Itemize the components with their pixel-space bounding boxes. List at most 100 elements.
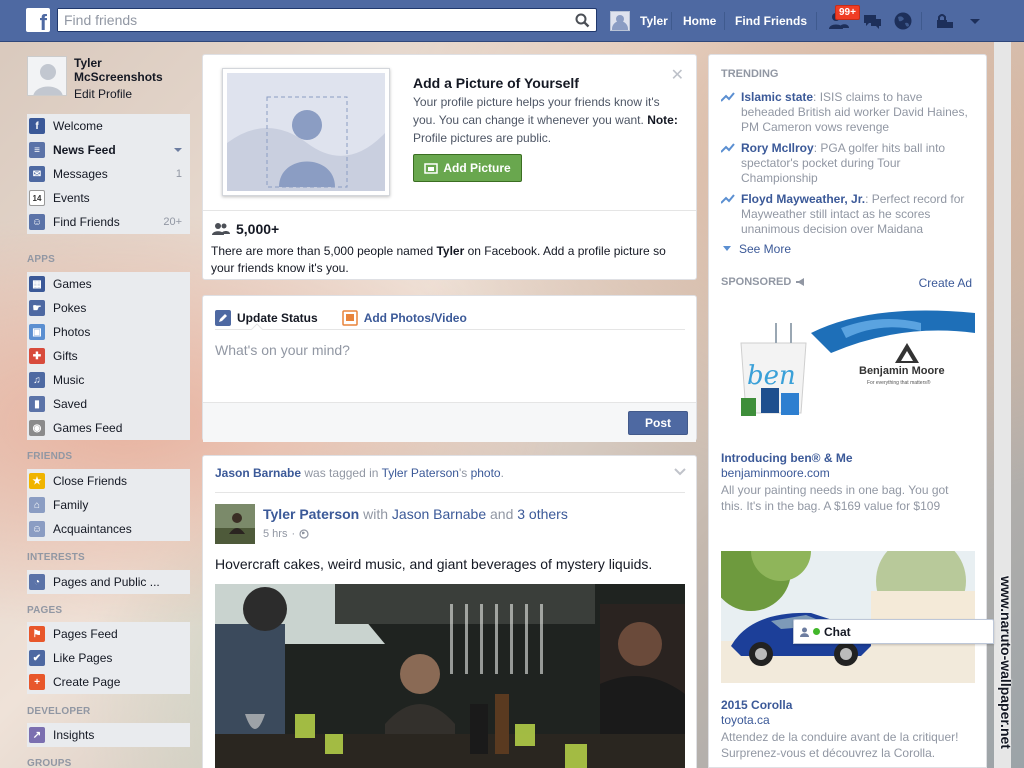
ad-description: All your painting needs in one bag. You … [721, 483, 949, 513]
chat-tab[interactable]: Chat [793, 619, 994, 644]
sidebar-item-find-friends[interactable]: ☺ Find Friends 20+ [27, 210, 190, 234]
ad-brand-name: Benjamin Moore [859, 365, 945, 377]
close-icon[interactable]: ✕ [671, 65, 684, 85]
account-menu-chevron-icon[interactable] [964, 11, 986, 31]
sidebar-item-welcome[interactable]: f Welcome [27, 114, 190, 138]
add-picture-button[interactable]: Add Picture [413, 154, 522, 182]
profile-placeholder-frame [222, 68, 390, 196]
sidebar-item-label: Pages Feed [53, 627, 118, 641]
sidebar-item-label: Saved [53, 397, 88, 411]
sidebar-item-pages-and-public[interactable]: ◔ Pages and Public ... [27, 570, 190, 594]
right-column: TRENDING Islamic state: ISIS claims to h… [708, 54, 987, 768]
nav-friends: ★ Close Friends ⌂ Family ☺ Acquaintances [27, 469, 190, 541]
sidebar-item-pages-feed[interactable]: ⚑ Pages Feed [27, 622, 190, 646]
trending-item[interactable]: Floyd Mayweather, Jr.: Perfect record fo… [721, 192, 971, 237]
sidebar-item-label: Acquaintances [53, 522, 132, 536]
facebook-logo[interactable]: f [26, 8, 50, 32]
sidebar-item-photos[interactable]: ▣ Photos [27, 320, 190, 344]
tab-add-photos-video[interactable]: Add Photos/Video [341, 305, 467, 331]
sidebar-item-music[interactable]: ♫ Music [27, 368, 190, 392]
sidebar-item-close-friends[interactable]: ★ Close Friends [27, 469, 190, 493]
privacy-shortcuts-icon[interactable] [934, 11, 956, 31]
footnote-text: There are more than 5,000 people named [211, 244, 437, 258]
globe-icon[interactable] [892, 11, 914, 31]
find-friends-link[interactable]: Find Friends [735, 14, 807, 28]
chevron-down-icon[interactable] [174, 148, 182, 152]
note-label: Note: [647, 113, 678, 127]
author-link[interactable]: Tyler Paterson [263, 506, 359, 522]
games-icon: ▦ [29, 276, 45, 292]
ad-image-benjamin-moore[interactable]: ben Benjamin Moore For everything that m… [721, 303, 975, 433]
actor-link[interactable]: Jason Barnabe [215, 466, 301, 480]
sidebar-item-like-pages[interactable]: ✔ Like Pages [27, 646, 190, 670]
sidebar-item-create-page[interactable]: + Create Page [27, 670, 190, 694]
trending-topic[interactable]: Floyd Mayweather, Jr. [741, 192, 865, 206]
sidebar-item-games[interactable]: ▦ Games [27, 272, 190, 296]
ad-title[interactable]: 2015 Corolla [721, 698, 792, 712]
sidebar-item-events[interactable]: 14 Events [27, 186, 190, 210]
story-photo[interactable] [215, 584, 685, 768]
see-more-link[interactable]: See More [723, 242, 791, 256]
ad-url[interactable]: toyota.ca [721, 713, 770, 727]
sidebar-item-pokes[interactable]: ☛ Pokes [27, 296, 190, 320]
trending-item[interactable]: Rory McIlroy: PGA golfer hits ball into … [721, 141, 971, 186]
chevron-down-icon[interactable] [674, 468, 686, 476]
sidebar-item-label: Welcome [53, 119, 103, 133]
music-icon: ♫ [29, 372, 45, 388]
tagged-friend-link[interactable]: Jason Barnabe [392, 506, 486, 522]
sidebar-item-saved[interactable]: ▮ Saved [27, 392, 190, 416]
ad-image-corolla[interactable] [721, 551, 975, 683]
sidebar-item-acquaintances[interactable]: ☺ Acquaintances [27, 517, 190, 541]
sponsored-heading: SPONSORED [721, 276, 807, 288]
profile-name[interactable]: Tyler McScreenshots [74, 56, 184, 84]
create-ad-link[interactable]: Create Ad [919, 276, 972, 290]
sidebar-item-family[interactable]: ⌂ Family [27, 493, 190, 517]
sidebar-item-news-feed[interactable]: ≡ News Feed [27, 138, 190, 162]
controller-icon: ◉ [29, 420, 45, 436]
trending-arrow-icon [721, 92, 735, 102]
status-input[interactable]: What's on your mind? [215, 342, 350, 358]
trending-arrow-icon [721, 143, 735, 153]
news-feed-icon: ≡ [29, 142, 45, 158]
trending-topic[interactable]: Islamic state [741, 90, 813, 104]
nav-main: f Welcome ≡ News Feed ✉ Messages 1 14 Ev… [27, 114, 190, 234]
see-more-label: See More [739, 242, 792, 256]
sidebar-item-messages[interactable]: ✉ Messages 1 [27, 162, 190, 186]
tab-label: Update Status [237, 311, 318, 325]
globe-icon[interactable] [299, 529, 309, 539]
plus-icon: + [29, 674, 45, 690]
people-count: 5,000+ [212, 221, 279, 237]
top-bar: f Tyler Home Find Friends 99+ [0, 0, 1024, 42]
avatar[interactable] [215, 504, 255, 544]
search-icon[interactable] [574, 12, 592, 28]
search-box[interactable] [57, 8, 597, 32]
search-input[interactable] [58, 9, 558, 31]
post-button[interactable]: Post [628, 411, 688, 435]
topbar-divider [816, 12, 817, 30]
topbar-profile-link[interactable]: Tyler [610, 10, 668, 32]
add-picture-button-label: Add Picture [443, 161, 511, 175]
add-picture-footnote: There are more than 5,000 people named T… [211, 243, 681, 277]
sidebar-item-insights[interactable]: ↗ Insights [27, 723, 190, 747]
sidebar-item-label: Photos [53, 325, 91, 339]
avatar[interactable] [27, 56, 67, 96]
trending-item[interactable]: Islamic state: ISIS claims to have behea… [721, 90, 971, 135]
sidebar-item-label: Gifts [53, 349, 78, 363]
ad-url[interactable]: benjaminmoore.com [721, 466, 830, 480]
home-link[interactable]: Home [683, 14, 716, 28]
trending-arrow-icon [721, 194, 735, 204]
timestamp-text[interactable]: 5 hrs [263, 528, 287, 540]
sidebar-item-gifts[interactable]: ✚ Gifts [27, 344, 190, 368]
tab-update-status[interactable]: Update Status [215, 305, 318, 331]
messages-icon[interactable] [861, 11, 883, 31]
photo-link[interactable]: photo [471, 466, 501, 480]
sidebar-item-label: Games [53, 277, 92, 291]
others-link[interactable]: 3 others [517, 506, 568, 522]
owner-link[interactable]: Tyler Paterson [382, 466, 459, 480]
ad-brand-tagline: For everything that matters® [867, 380, 931, 386]
trending-topic[interactable]: Rory McIlroy [741, 141, 814, 155]
dot-separator: · [291, 528, 296, 540]
ad-title[interactable]: Introducing ben® & Me [721, 451, 853, 465]
edit-profile-link[interactable]: Edit Profile [74, 87, 132, 101]
sidebar-item-games-feed[interactable]: ◉ Games Feed [27, 416, 190, 440]
